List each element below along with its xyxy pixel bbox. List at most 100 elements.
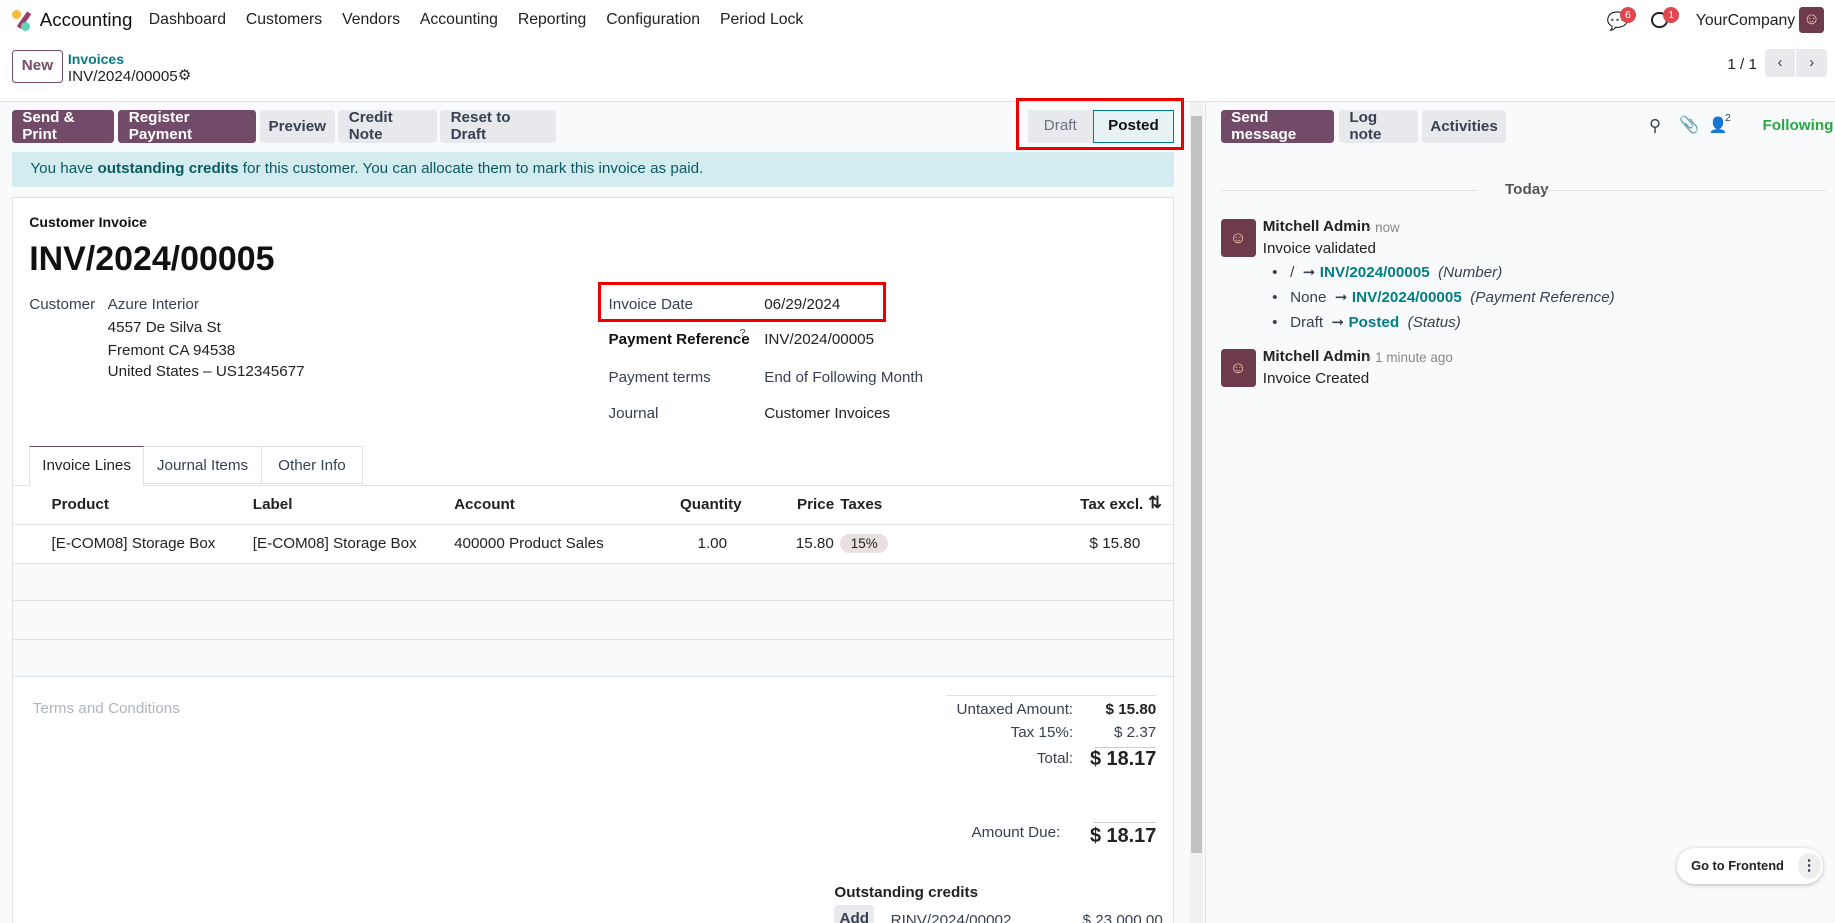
message-time: - 1 minute ago	[1366, 349, 1453, 365]
row-divider	[12, 676, 1173, 678]
attachment-icon[interactable]: 📎	[1679, 115, 1699, 135]
alert-text-end: for this customer. You can allocate them…	[238, 160, 704, 178]
more-options-icon[interactable]: ⋮	[1797, 853, 1821, 879]
activities-button[interactable]: Activities	[1421, 110, 1507, 143]
today-line	[1543, 189, 1826, 191]
old-value: None	[1290, 288, 1327, 306]
menu-period-lock[interactable]: Period Lock	[720, 11, 803, 29]
invoice-type: Customer Invoice	[29, 214, 147, 231]
payment-reference-field[interactable]: INV/2024/00005	[764, 331, 874, 348]
credit-amount: $ 23,000.00	[1082, 911, 1163, 923]
credit-reference-link[interactable]: RINV/2024/00002	[891, 912, 1012, 923]
untaxed-value: $ 15.80	[1105, 701, 1157, 718]
app-name[interactable]: Accounting	[40, 9, 133, 31]
go-to-frontend-widget: Go to Frontend ⋮	[1677, 848, 1824, 884]
menu-configuration[interactable]: Configuration	[606, 11, 700, 29]
col-taxes[interactable]: Taxes	[840, 496, 882, 513]
activities-badge: 1	[1662, 7, 1680, 24]
log-note-button[interactable]: Log note	[1338, 109, 1419, 143]
send-message-button[interactable]: Send message	[1220, 109, 1335, 143]
menu-reporting[interactable]: Reporting	[518, 11, 586, 29]
address-line: United States – US12345677	[107, 362, 305, 380]
message-body: Invoice Created	[1262, 369, 1370, 387]
credit-note-button[interactable]: Credit Note	[338, 109, 437, 143]
line-account[interactable]: 400000 Product Sales	[454, 535, 604, 552]
new-button[interactable]: New	[11, 50, 64, 84]
menu-vendors[interactable]: Vendors	[342, 11, 400, 29]
send-print-button[interactable]: Send & Print	[11, 109, 114, 143]
company-switcher[interactable]: YourCompany	[1696, 12, 1795, 30]
breadcrumb-current: INV/2024/00005	[67, 67, 178, 85]
preview-button[interactable]: Preview	[259, 110, 335, 143]
reset-draft-button[interactable]: Reset to Draft	[440, 109, 556, 143]
menu-dashboard[interactable]: Dashboard	[149, 11, 226, 29]
status-posted: Posted	[1093, 110, 1174, 143]
today-line	[1220, 189, 1477, 191]
pager-next-button[interactable]: ›	[1796, 49, 1827, 78]
register-payment-button[interactable]: Register Payment	[118, 109, 257, 143]
gear-icon[interactable]: ⚙	[178, 66, 192, 84]
old-value: Draft	[1290, 314, 1324, 332]
chatter-divider	[1205, 101, 1207, 923]
go-to-frontend-button[interactable]: Go to Frontend	[1691, 858, 1784, 873]
form-scrollbar[interactable]	[1190, 101, 1204, 923]
messages-badge: 6	[1619, 7, 1637, 24]
customer-link[interactable]: Azure Interior	[108, 296, 199, 313]
help-tooltip-icon[interactable]: ?	[740, 327, 746, 339]
amount-due-label: Amount Due:	[971, 823, 1061, 841]
journal-field[interactable]: Customer Invoices	[764, 405, 890, 422]
col-tax-excl[interactable]: Tax excl.	[1080, 496, 1143, 513]
message-author[interactable]: Mitchell Admin	[1263, 218, 1371, 235]
col-price[interactable]: Price	[797, 496, 834, 513]
payment-terms-field[interactable]: End of Following Month	[764, 369, 923, 386]
line-price[interactable]: 15.80	[796, 535, 834, 552]
message-time: - now	[1366, 220, 1400, 236]
today-separator: Today	[1505, 181, 1549, 199]
outstanding-credits-title: Outstanding credits	[834, 883, 979, 901]
menu-accounting[interactable]: Accounting	[420, 11, 498, 29]
payment-reference-label: Payment Reference	[608, 331, 750, 349]
pager-prev-button[interactable]: ‹	[1764, 49, 1796, 78]
tab-journal-items[interactable]: Journal Items	[143, 445, 263, 485]
user-avatar[interactable]: ☺	[1798, 7, 1825, 33]
tab-other-info[interactable]: Other Info	[262, 445, 363, 485]
tabs-divider	[12, 484, 1173, 486]
author-avatar: ☺	[1220, 218, 1256, 258]
total-value: $ 18.17	[1089, 747, 1157, 770]
alert-bold: outstanding credits	[97, 160, 239, 178]
pager-value[interactable]: 1 / 1	[1727, 56, 1757, 73]
empty-rows[interactable]	[12, 562, 1173, 677]
row-divider	[12, 600, 1173, 602]
line-quantity[interactable]: 1.00	[697, 535, 727, 552]
new-value: Posted	[1348, 314, 1400, 332]
search-icon[interactable]: ⚲	[1649, 116, 1661, 136]
due-divider	[1094, 821, 1157, 823]
terms-input[interactable]: Terms and Conditions	[33, 700, 180, 717]
following-button[interactable]: Following	[1762, 117, 1833, 134]
line-label[interactable]: [E-COM08] Storage Box	[253, 535, 417, 552]
line-product[interactable]: [E-COM08] Storage Box	[51, 535, 215, 552]
breadcrumb-invoices[interactable]: Invoices	[68, 51, 124, 67]
app-logo-icon[interactable]	[11, 9, 33, 31]
tax-value: $ 2.37	[1113, 724, 1157, 742]
followers-count: 2	[1725, 112, 1731, 125]
tracking-change: • / ➞ INV/2024/00005 (Number) • None ➞ I…	[1272, 263, 1615, 332]
status-draft[interactable]: Draft	[1027, 110, 1094, 143]
optional-columns-icon[interactable]: ⇅	[1148, 493, 1162, 513]
col-product[interactable]: Product	[51, 496, 108, 513]
line-tax-badge[interactable]: 15%	[840, 533, 889, 554]
message-author[interactable]: Mitchell Admin	[1263, 348, 1371, 365]
new-value: INV/2024/00005	[1351, 288, 1462, 306]
tab-invoice-lines[interactable]: Invoice Lines	[29, 445, 144, 486]
field-name: (Number)	[1438, 263, 1503, 281]
col-quantity[interactable]: Quantity	[680, 496, 742, 513]
control-panel: New Invoices INV/2024/00005 ⚙ 1 / 1 ‹ ›	[0, 40, 1835, 102]
address-line: 4557 De Silva St	[107, 319, 221, 337]
invoice-date-field[interactable]: 06/29/2024	[764, 296, 840, 313]
col-label[interactable]: Label	[253, 496, 293, 513]
col-account[interactable]: Account	[454, 496, 515, 513]
row-divider	[12, 638, 1173, 640]
menu-customers[interactable]: Customers	[246, 11, 322, 29]
author-avatar: ☺	[1220, 348, 1256, 388]
add-credit-button[interactable]: Add	[834, 904, 875, 923]
